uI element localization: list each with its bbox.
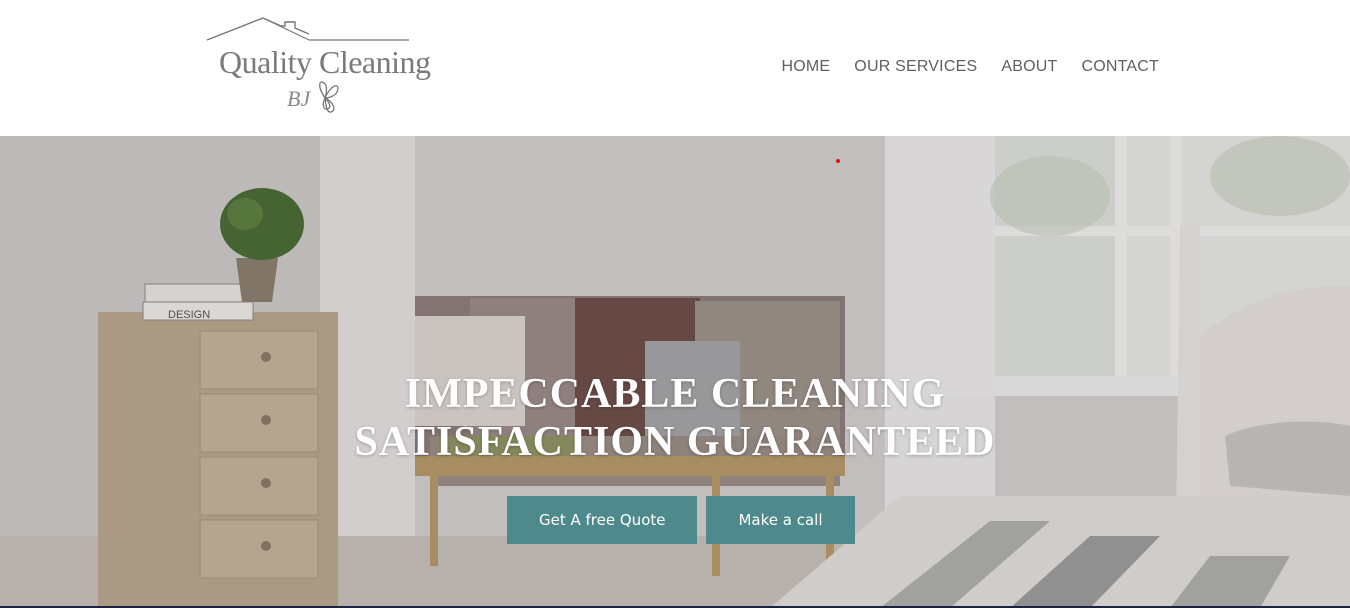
butterfly-icon — [319, 81, 339, 113]
nav-about[interactable]: ABOUT — [1001, 58, 1057, 76]
nav-our-services[interactable]: OUR SERVICES — [854, 58, 977, 76]
get-free-quote-button[interactable]: Get A free Quote — [507, 496, 698, 544]
nav-contact[interactable]: CONTACT — [1081, 58, 1159, 76]
logo-wordmark: Quality Cleaning — [219, 44, 431, 80]
hero-headline-line2: SATISFACTION GUARANTEED — [354, 419, 996, 465]
hero-section: DESIGN IMPECCABLE CLEANING SATISFACTION … — [0, 136, 1350, 608]
site-header: Quality Cleaning BJ HOME OUR SERVICES AB… — [0, 0, 1350, 136]
hero-cta-group: Get A free Quote Make a call — [507, 496, 855, 544]
make-a-call-button[interactable]: Make a call — [706, 496, 855, 544]
hero-headline-line1: IMPECCABLE CLEANING — [404, 371, 946, 417]
main-nav: HOME OUR SERVICES ABOUT CONTACT — [781, 58, 1159, 76]
nav-home[interactable]: HOME — [781, 58, 830, 76]
logo-initials: BJ — [287, 86, 311, 111]
site-logo[interactable]: Quality Cleaning BJ — [205, 14, 431, 118]
hero-headline: IMPECCABLE CLEANING SATISFACTION GUARANT… — [0, 370, 1350, 466]
red-dot-decoration — [836, 159, 840, 163]
